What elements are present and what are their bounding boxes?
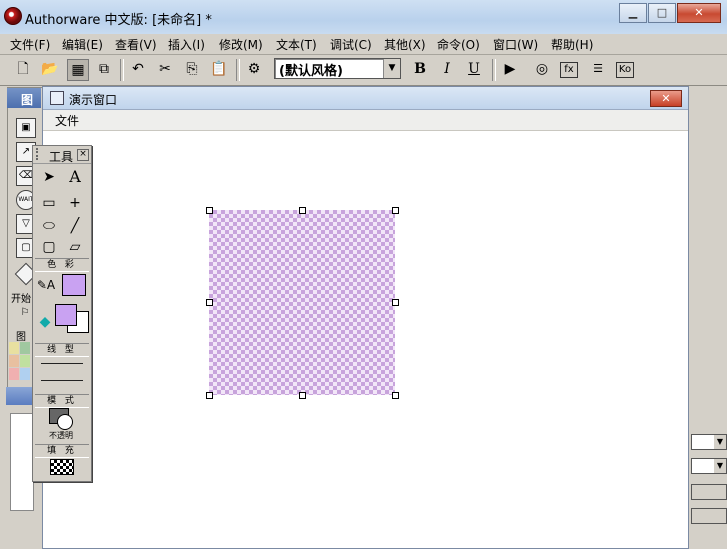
- chevron-down-icon[interactable]: ▼: [383, 59, 400, 78]
- pencil-text-color-icon[interactable]: ✎A: [34, 276, 58, 294]
- menu-edit[interactable]: 编辑(E): [62, 36, 103, 53]
- bold-button[interactable]: B: [410, 59, 430, 79]
- lower-left-panel-header[interactable]: [6, 387, 32, 405]
- icon-palette-header[interactable]: 图: [7, 88, 41, 108]
- menu-debug[interactable]: 调试(C): [330, 36, 372, 53]
- lower-left-panel-body: [10, 413, 34, 511]
- icon-palette-title: 图: [21, 93, 34, 107]
- menu-window[interactable]: 窗口(W): [493, 36, 538, 53]
- right-select-1[interactable]: ▼: [691, 434, 727, 450]
- right-field-1[interactable]: [691, 484, 727, 500]
- maximize-button[interactable]: □: [648, 3, 676, 23]
- window-title: Authorware 中文版: [未命名] *: [25, 13, 212, 28]
- drag-grip-icon[interactable]: [36, 148, 43, 160]
- tools-panel-header[interactable]: 工具 ×: [33, 146, 91, 164]
- rounded-rectangle-tool-icon[interactable]: ▢: [37, 238, 61, 256]
- paste-icon[interactable]: 📋: [209, 59, 229, 79]
- resize-handle-ne[interactable]: [392, 207, 399, 214]
- line-style-section-label: 线 型: [35, 343, 89, 357]
- figure-label: 图: [16, 332, 26, 343]
- tools-panel: 工具 × ➤ A ▭ + ⬭ ╱ ▢ ⏥ 色 彩 ✎A ◆ 线 型 模 式 不透…: [32, 145, 92, 482]
- fill-foreground-swatch[interactable]: [55, 304, 77, 326]
- text-style-select[interactable]: (默认风格) ▼: [274, 58, 401, 79]
- presentation-window-icon: [50, 91, 64, 105]
- ellipse-tool-icon[interactable]: ⬭: [37, 217, 61, 235]
- resize-handle-s[interactable]: [299, 392, 306, 399]
- menu-help[interactable]: 帮助(H): [551, 36, 593, 53]
- right-field-2[interactable]: [691, 508, 727, 524]
- knowledge-objects-icon[interactable]: Ko: [616, 62, 634, 78]
- text-tool[interactable]: A: [63, 168, 87, 186]
- new-file-icon[interactable]: 🗋: [13, 59, 33, 79]
- copy-icon[interactable]: ⎘: [182, 59, 202, 79]
- underline-button[interactable]: U: [464, 59, 484, 79]
- presentation-title-bar[interactable]: 演示窗口 ✕: [43, 87, 688, 110]
- rectangle-tool-icon[interactable]: ▭: [37, 194, 61, 212]
- icon-color-chips[interactable]: [9, 342, 31, 382]
- menu-other[interactable]: 其他(X): [384, 36, 426, 53]
- line-tool-icon[interactable]: ╱: [63, 217, 87, 235]
- menu-command[interactable]: 命令(O): [437, 36, 480, 53]
- fill-pattern-checker-icon[interactable]: [50, 459, 74, 475]
- filled-rectangle-shape[interactable]: [209, 210, 395, 395]
- start-flag-label: 开始: [11, 294, 31, 305]
- control-panel-icon[interactable]: ◎: [532, 59, 552, 79]
- mode-value: 不透明: [49, 431, 73, 440]
- app-title-bar[interactable]: Authorware 中文版: [未命名] * ▁ □ ✕: [0, 0, 727, 35]
- presentation-menu-file[interactable]: 文件: [55, 112, 79, 129]
- resize-handle-se[interactable]: [392, 392, 399, 399]
- italic-button[interactable]: I: [437, 59, 457, 79]
- undo-icon[interactable]: ↶: [128, 59, 148, 79]
- cut-icon[interactable]: ✂: [155, 59, 175, 79]
- import-icon[interactable]: ⧉: [94, 59, 114, 79]
- resize-handle-w[interactable]: [206, 299, 213, 306]
- fill-section-label: 填 充: [35, 444, 89, 458]
- open-folder-icon[interactable]: 📂: [40, 59, 60, 79]
- menu-bar: 文件(F) 编辑(E) 查看(V) 插入(I) 修改(M) 文本(T) 调试(C…: [0, 34, 727, 55]
- presentation-title: 演示窗口: [69, 93, 118, 107]
- line-style-medium[interactable]: [41, 380, 83, 381]
- menu-modify[interactable]: 修改(M): [219, 36, 263, 53]
- presentation-close-button[interactable]: ✕: [650, 90, 682, 107]
- text-style-value: (默认风格): [279, 64, 343, 79]
- right-select-2[interactable]: ▼: [691, 458, 727, 474]
- variable-window-icon[interactable]: ☰: [588, 59, 608, 79]
- polygon-tool-icon[interactable]: ⏥: [63, 238, 87, 256]
- authorware-app-icon: [4, 7, 22, 25]
- save-all-icon[interactable]: ▦: [67, 59, 89, 81]
- find-icon[interactable]: ⚙: [244, 59, 264, 79]
- tools-close-icon[interactable]: ×: [77, 149, 89, 161]
- menu-view[interactable]: 查看(V): [115, 36, 157, 53]
- crosshair-tool-icon[interactable]: +: [63, 194, 87, 212]
- function-window-icon[interactable]: fx: [560, 62, 578, 78]
- tools-panel-title: 工具: [49, 150, 74, 164]
- paint-bucket-icon[interactable]: ◆: [33, 313, 57, 331]
- resize-handle-sw[interactable]: [206, 392, 213, 399]
- close-button[interactable]: ✕: [677, 3, 721, 23]
- resize-handle-nw[interactable]: [206, 207, 213, 214]
- mode-opaque-circle-icon[interactable]: [57, 414, 73, 430]
- menu-insert[interactable]: 插入(I): [168, 36, 205, 53]
- menu-file[interactable]: 文件(F): [10, 36, 50, 53]
- display-icon[interactable]: ▣: [16, 118, 36, 138]
- resize-handle-e[interactable]: [392, 299, 399, 306]
- presentation-menu-bar: 文件: [43, 110, 688, 131]
- pointer-tool-icon[interactable]: ➤: [37, 168, 61, 186]
- line-color-swatch[interactable]: [62, 274, 86, 296]
- run-icon[interactable]: ▶: [500, 59, 520, 79]
- right-properties-fragment: ▼ ▼: [688, 388, 727, 547]
- line-style-thin[interactable]: [41, 363, 83, 364]
- mode-section-label: 模 式: [35, 394, 89, 408]
- lower-left-panel: [6, 387, 34, 547]
- color-section-label: 色 彩: [35, 258, 89, 272]
- minimize-button[interactable]: ▁: [619, 3, 647, 23]
- menu-text[interactable]: 文本(T): [276, 36, 317, 53]
- resize-handle-n[interactable]: [299, 207, 306, 214]
